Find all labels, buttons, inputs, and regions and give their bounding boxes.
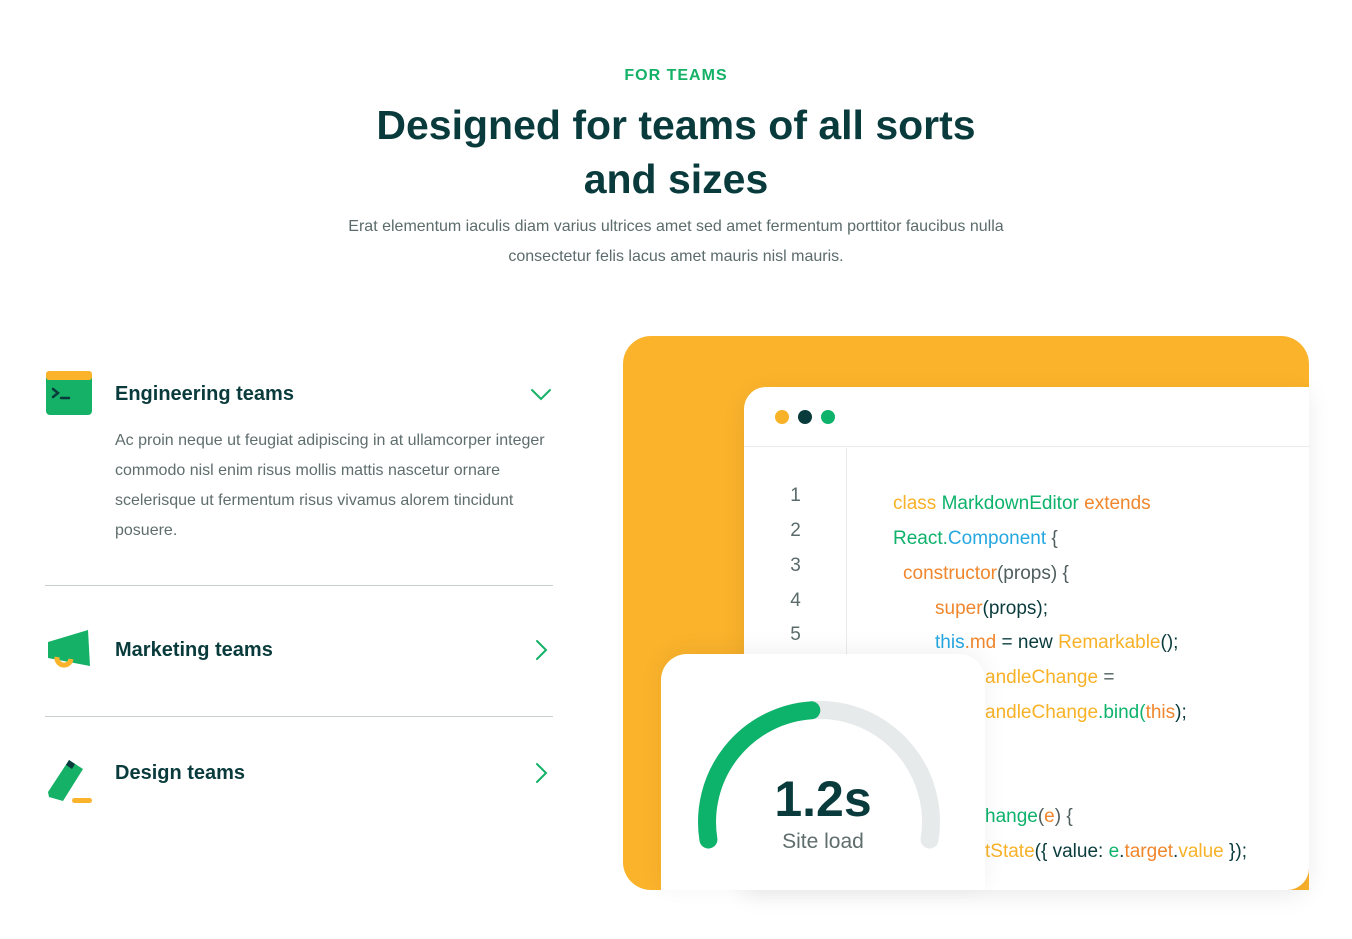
accordion-header-design[interactable]: Design teams xyxy=(45,717,553,829)
accordion-item-marketing: Marketing teams xyxy=(45,586,553,717)
code-line-1: class MarkdownEditor extends xyxy=(893,493,1151,514)
line-number: 5 xyxy=(790,624,801,645)
code-line-3: constructor(props) { xyxy=(903,563,1069,584)
line-number: 1 xyxy=(790,485,801,506)
section-subtitle: Erat elementum iaculis diam varius ultri… xyxy=(348,218,1004,265)
gauge-value: 1.2s xyxy=(774,771,872,827)
eyebrow-label: FOR TEAMS xyxy=(624,67,728,84)
window-dot-green xyxy=(821,410,835,424)
accordion-header-engineering[interactable]: Engineering teams xyxy=(45,362,553,426)
code-line-4: super(props); xyxy=(935,598,1048,619)
accordion-title: Design teams xyxy=(115,761,246,784)
line-number: 2 xyxy=(790,520,801,541)
code-line-5: this.md = new Remarkable(); xyxy=(935,632,1179,653)
code-line-9: tState({ value: e.target.value }); xyxy=(985,841,1247,862)
code-line-8: hange(e) { xyxy=(985,806,1073,827)
line-number: 3 xyxy=(790,555,801,576)
code-line-6: andleChange = xyxy=(985,667,1115,688)
accordion-title: Engineering teams xyxy=(115,382,294,405)
pencil-icon xyxy=(48,760,92,803)
window-dot-dark xyxy=(798,410,812,424)
editor-title-bar xyxy=(744,387,1309,447)
section-title: Designed for teams of all sorts and size… xyxy=(376,102,976,202)
code-line-2: React.Component { xyxy=(893,528,1058,549)
teams-accordion: Engineering teams Ac proin neque ut feug… xyxy=(45,362,553,829)
chevron-right-icon[interactable] xyxy=(529,761,553,785)
megaphone-icon xyxy=(48,630,90,668)
accordion-title: Marketing teams xyxy=(115,638,273,661)
terminal-icon xyxy=(46,371,92,415)
accordion-item-design: Design teams xyxy=(45,717,553,829)
code-line-7: andleChange.bind(this); xyxy=(985,702,1187,723)
accordion-header-marketing[interactable]: Marketing teams xyxy=(45,586,553,714)
site-load-gauge-card: 1.2s Site load xyxy=(661,654,985,890)
window-dot-yellow xyxy=(775,410,789,424)
chevron-down-icon[interactable] xyxy=(529,382,553,406)
accordion-body: Ac proin neque ut feugiat adipiscing in … xyxy=(115,432,545,539)
gauge-label: Site load xyxy=(782,830,864,853)
line-number: 4 xyxy=(790,590,801,611)
accordion-item-engineering: Engineering teams Ac proin neque ut feug… xyxy=(45,362,553,586)
chevron-right-icon[interactable] xyxy=(529,638,553,662)
